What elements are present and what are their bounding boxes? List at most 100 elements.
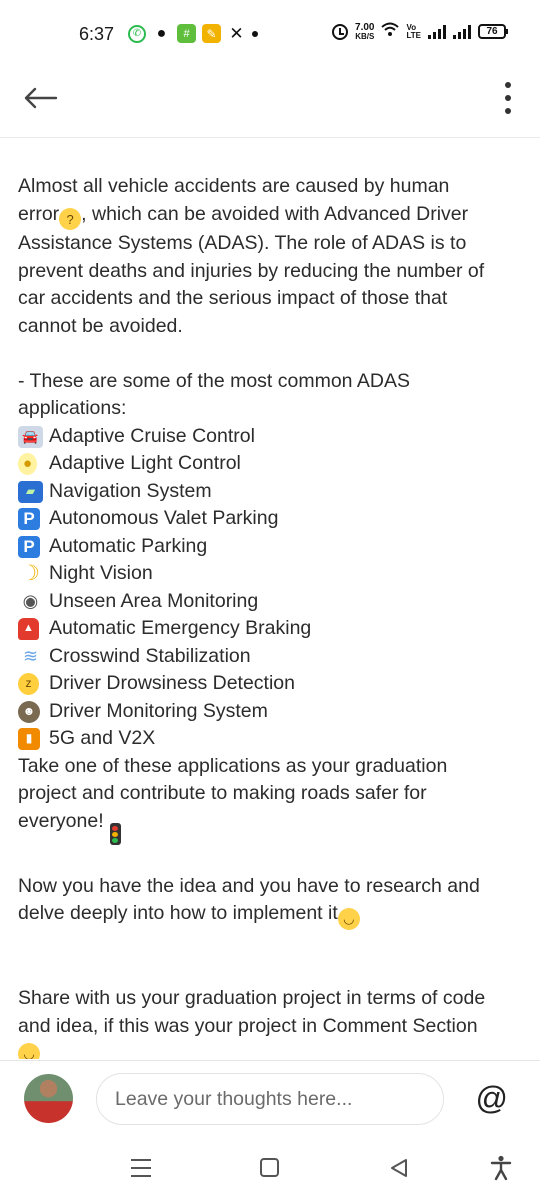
intro-line: Almost all vehicle accidents are caused … (18, 175, 450, 197)
thinking-face-icon: ? (59, 208, 82, 231)
mention-button[interactable]: @ (476, 1081, 508, 1115)
app-notification-icon: # (177, 24, 196, 43)
take-line: Take one of these applications as your g… (18, 754, 448, 777)
battery-icon: 76 (478, 24, 508, 39)
take-line: project and contribute to making roads s… (18, 782, 427, 805)
more-vert-icon (505, 82, 511, 88)
map-icon: ▰ (18, 480, 43, 503)
intro-line: error?, which can be avoided with Advanc… (18, 201, 523, 231)
list-item: ☽ Night Vision (18, 560, 523, 588)
comment-bar: Leave your thoughts here... @ (0, 1060, 540, 1138)
status-time: 6:37 (79, 24, 115, 44)
intro-line: prevent deaths and injuries by reducing … (18, 259, 485, 282)
list-heading: applications: (18, 397, 127, 420)
battery-level: 76 (486, 26, 498, 37)
list-item: ◉ Unseen Area Monitoring (18, 588, 523, 616)
post-content[interactable]: Almost all vehicle accidents are caused … (0, 139, 540, 1059)
parking-icon: P (18, 508, 40, 530)
list-item-label: Adaptive Light Control (49, 452, 241, 475)
back-icon[interactable] (389, 1158, 409, 1178)
status-bar: 6:37 ✆ ● # ✎ ✕ 7.00 KB/S Vo LTE 76 (0, 0, 540, 68)
whatsapp-icon: ✆ (128, 24, 146, 43)
alarm-icon (332, 23, 349, 40)
sleepy-face-icon: z (18, 673, 39, 695)
capcut-icon: ✕ (229, 23, 244, 43)
list-item-label: 5G and V2X (49, 727, 156, 750)
more-options-button[interactable] (496, 76, 520, 120)
volte-bottom: LTE (406, 30, 421, 40)
list-heading: - These are some of the most common ADAS (18, 369, 410, 392)
list-item: P Autonomous Valet Parking (18, 505, 523, 533)
more-notifications-dot (252, 30, 258, 37)
accessibility-icon[interactable] (489, 1155, 513, 1181)
arrow-left-icon (24, 87, 58, 109)
list-item: ▮ 5G and V2X (18, 725, 523, 753)
take-fragment: everyone! (18, 809, 104, 832)
list-item-label: Automatic Parking (49, 534, 208, 557)
app-bar (0, 68, 540, 138)
network-speed: 7.00 KB/S (355, 22, 375, 41)
intro-line: cannot be avoided. (18, 314, 183, 337)
list-item: z Driver Drowsiness Detection (18, 670, 523, 698)
list-item-label: Automatic Emergency Braking (49, 617, 312, 640)
notification-icons: ✆ ● # ✎ ✕ (128, 24, 258, 43)
list-item-label: Driver Drowsiness Detection (49, 672, 295, 695)
volte-indicator: Vo LTE (406, 23, 421, 40)
idea-fragment: delve deeply into how to implement it (18, 902, 338, 925)
system-nav-bar (0, 1140, 540, 1200)
share-line: and idea, if this was your project in Co… (18, 1014, 478, 1037)
intro-fragment: , which can be avoided with Advanced Dri… (81, 202, 469, 225)
moon-icon: ☽ (21, 562, 40, 586)
list-item-label: Unseen Area Monitoring (49, 589, 259, 612)
system-indicators: 7.00 KB/S Vo LTE 76 (332, 22, 508, 41)
list-item: P Automatic Parking (18, 533, 523, 561)
post-body: Almost all vehicle accidents are caused … (18, 173, 523, 1059)
intro-line: car accidents and the serious impact of … (18, 287, 448, 310)
intro-line: Assistance Systems (ADAS). The role of A… (18, 232, 467, 255)
idea-line: delve deeply into how to implement it ◡ (18, 900, 523, 930)
idea-line: Now you have the idea and you have to re… (18, 874, 480, 897)
list-item-label: Driver Monitoring System (49, 699, 268, 722)
parking-icon: P (18, 535, 40, 558)
list-item-label: Adaptive Cruise Control (49, 424, 255, 447)
list-item: ● Adaptive Light Control (18, 450, 523, 478)
comment-input[interactable]: Leave your thoughts here... (96, 1073, 444, 1125)
take-line: everyone! (18, 808, 523, 846)
network-speed-unit: KB/S (355, 31, 375, 41)
eye-icon: ◉ (22, 590, 39, 611)
list-item-label: Crosswind Stabilization (49, 644, 251, 667)
emoji-row: ◡ (18, 1040, 523, 1059)
edit-app-icon: ✎ (202, 24, 221, 43)
home-icon[interactable] (260, 1158, 279, 1177)
list-item: ▰ Navigation System (18, 478, 523, 506)
detective-icon: ☻ (18, 700, 40, 723)
wind-icon: ≋ (22, 645, 39, 666)
list-item: ≋ Crosswind Stabilization (18, 643, 523, 671)
list-item: ▲ Automatic Emergency Braking (18, 615, 523, 643)
car-icon: 🚘 (18, 425, 43, 448)
light-bulb-icon: ● (18, 453, 37, 475)
message-icon: ● (156, 24, 167, 42)
siren-icon: ▲ (18, 618, 39, 640)
more-vert-icon-dot (505, 95, 511, 101)
list-item-label: Autonomous Valet Parking (49, 507, 279, 530)
avatar[interactable] (24, 1074, 73, 1123)
back-button[interactable] (18, 76, 62, 120)
more-vert-icon-dot (505, 108, 511, 114)
recents-icon[interactable] (131, 1159, 151, 1177)
list-item: ☻ Driver Monitoring System (18, 698, 523, 726)
signal-bars-icon: ▮ (18, 728, 40, 750)
intro-fragment: error (18, 202, 60, 225)
share-line: Share with us your graduation project in… (18, 987, 486, 1009)
signal-sim2-icon (453, 24, 471, 39)
smiling-face-icon: ◡ (18, 1042, 40, 1059)
clipped-previous-line (18, 139, 522, 143)
signal-sim1-icon (428, 24, 446, 39)
list-item-label: Night Vision (49, 562, 153, 585)
traffic-light-icon (109, 823, 121, 846)
list-item-label: Navigation System (49, 479, 212, 502)
